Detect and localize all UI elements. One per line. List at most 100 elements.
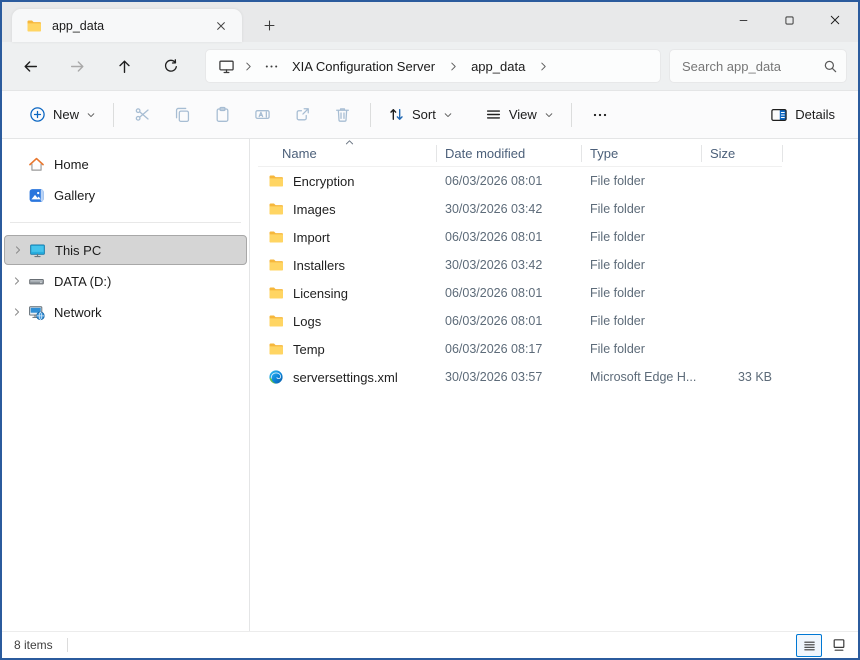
details-pane-button[interactable]: Details xyxy=(761,100,844,130)
file-date-modified: 06/03/2026 08:01 xyxy=(436,174,581,188)
sort-button-label: Sort xyxy=(412,107,436,122)
titlebar: app_data xyxy=(2,2,858,42)
refresh-icon[interactable] xyxy=(154,49,188,83)
forward-icon xyxy=(60,49,94,83)
this-pc-icon[interactable] xyxy=(214,58,238,75)
header-underline xyxy=(258,166,782,167)
cut-icon xyxy=(122,98,162,132)
column-header-name[interactable]: Name xyxy=(250,140,436,167)
details-view-toggle-icon[interactable] xyxy=(796,634,822,657)
sort-button[interactable]: Sort xyxy=(379,100,462,129)
file-type: File folder xyxy=(581,286,701,300)
view-icon xyxy=(485,106,502,123)
tab-title: app_data xyxy=(52,19,210,33)
column-separator[interactable] xyxy=(436,145,437,162)
thumbnail-view-toggle-icon[interactable] xyxy=(826,634,852,657)
file-row[interactable]: Licensing 06/03/2026 08:01 File folder xyxy=(250,279,858,307)
file-row[interactable]: Temp 06/03/2026 08:17 File folder xyxy=(250,335,858,363)
search-icon[interactable] xyxy=(823,59,838,74)
column-header-size[interactable]: Size xyxy=(701,140,782,167)
navigation-bar: XIA Configuration Server app_data xyxy=(2,42,858,90)
edge-icon xyxy=(268,369,284,385)
view-button[interactable]: View xyxy=(476,100,563,129)
column-header-date[interactable]: Date modified xyxy=(436,140,581,167)
rename-icon xyxy=(242,98,282,132)
address-bar[interactable]: XIA Configuration Server app_data xyxy=(205,49,661,83)
file-date-modified: 06/03/2026 08:01 xyxy=(436,230,581,244)
column-header-type[interactable]: Type xyxy=(581,140,701,167)
column-separator[interactable] xyxy=(782,145,783,162)
sidebar-item-gallery[interactable]: Gallery xyxy=(4,180,247,210)
sidebar-item-data-drive[interactable]: DATA (D:) xyxy=(4,266,247,296)
navigation-pane: Home Gallery This PC xyxy=(2,139,250,631)
breadcrumb-item-appdata[interactable]: app_data xyxy=(463,56,533,77)
folder-icon xyxy=(268,257,284,273)
status-separator xyxy=(67,638,68,652)
file-date-modified: 30/03/2026 03:42 xyxy=(436,258,581,272)
maximize-icon[interactable] xyxy=(766,2,812,38)
explorer-tab[interactable]: app_data xyxy=(12,9,242,42)
sidebar-item-home[interactable]: Home xyxy=(4,149,247,179)
new-tab-icon[interactable] xyxy=(256,12,282,38)
file-type: File folder xyxy=(581,230,701,244)
monitor-icon xyxy=(29,242,55,259)
chevron-down-icon xyxy=(544,110,554,120)
sidebar-item-label: Network xyxy=(54,305,102,320)
file-row[interactable]: Encryption 06/03/2026 08:01 File folder xyxy=(250,167,858,195)
toolbar-separator xyxy=(571,103,572,127)
back-icon[interactable] xyxy=(13,49,47,83)
column-separator[interactable] xyxy=(701,145,702,162)
sidebar-item-network[interactable]: Network xyxy=(4,297,247,327)
file-name: Licensing xyxy=(293,286,348,301)
details-icon xyxy=(770,106,788,124)
expand-chevron-icon[interactable] xyxy=(4,276,28,286)
file-date-modified: 06/03/2026 08:17 xyxy=(436,342,581,356)
column-header-row: Name Date modified Type Size xyxy=(250,140,858,167)
up-icon[interactable] xyxy=(107,49,141,83)
file-row[interactable]: Images 30/03/2026 03:42 File folder xyxy=(250,195,858,223)
sidebar-item-label: This PC xyxy=(55,243,101,258)
file-date-modified: 06/03/2026 08:01 xyxy=(436,314,581,328)
file-type: File folder xyxy=(581,174,701,188)
file-name: Images xyxy=(293,202,336,217)
new-button-label: New xyxy=(53,107,79,122)
more-icon[interactable] xyxy=(580,98,620,132)
search-input[interactable] xyxy=(682,59,823,74)
file-type: File folder xyxy=(581,314,701,328)
breadcrumb-ellipsis-icon[interactable] xyxy=(258,59,284,74)
file-name: serversettings.xml xyxy=(293,370,398,385)
chevron-right-icon xyxy=(443,61,463,72)
file-row[interactable]: Import 06/03/2026 08:01 File folder xyxy=(250,223,858,251)
close-icon[interactable] xyxy=(812,2,858,38)
delete-icon xyxy=(322,98,362,132)
share-icon xyxy=(282,98,322,132)
item-count: 8 items xyxy=(14,638,53,652)
expand-chevron-icon[interactable] xyxy=(5,245,29,255)
file-type: Microsoft Edge H... xyxy=(581,370,701,384)
file-name: Logs xyxy=(293,314,321,329)
column-separator[interactable] xyxy=(581,145,582,162)
breadcrumb-item-server[interactable]: XIA Configuration Server xyxy=(284,56,443,77)
expand-chevron-icon[interactable] xyxy=(4,307,28,317)
paste-icon xyxy=(202,98,242,132)
file-row[interactable]: Logs 06/03/2026 08:01 File folder xyxy=(250,307,858,335)
sidebar-item-this-pc[interactable]: This PC xyxy=(4,235,247,265)
file-row[interactable]: serversettings.xml 30/03/2026 03:57 Micr… xyxy=(250,363,858,391)
chevron-right-icon xyxy=(533,61,553,72)
search-box[interactable] xyxy=(669,49,847,83)
folder-icon xyxy=(268,341,284,357)
new-button[interactable]: New xyxy=(20,100,105,129)
file-rows: Encryption 06/03/2026 08:01 File folder … xyxy=(250,167,858,391)
sort-icon xyxy=(388,106,405,123)
chevron-down-icon xyxy=(86,110,96,120)
folder-icon xyxy=(26,18,42,34)
folder-icon xyxy=(268,201,284,217)
details-button-label: Details xyxy=(795,107,835,122)
file-row[interactable]: Installers 30/03/2026 03:42 File folder xyxy=(250,251,858,279)
sidebar-item-label: DATA (D:) xyxy=(54,274,111,289)
folder-icon xyxy=(268,229,284,245)
drive-icon xyxy=(28,273,54,290)
file-name: Import xyxy=(293,230,330,245)
tab-close-icon[interactable] xyxy=(210,15,232,37)
minimize-icon[interactable] xyxy=(720,2,766,38)
